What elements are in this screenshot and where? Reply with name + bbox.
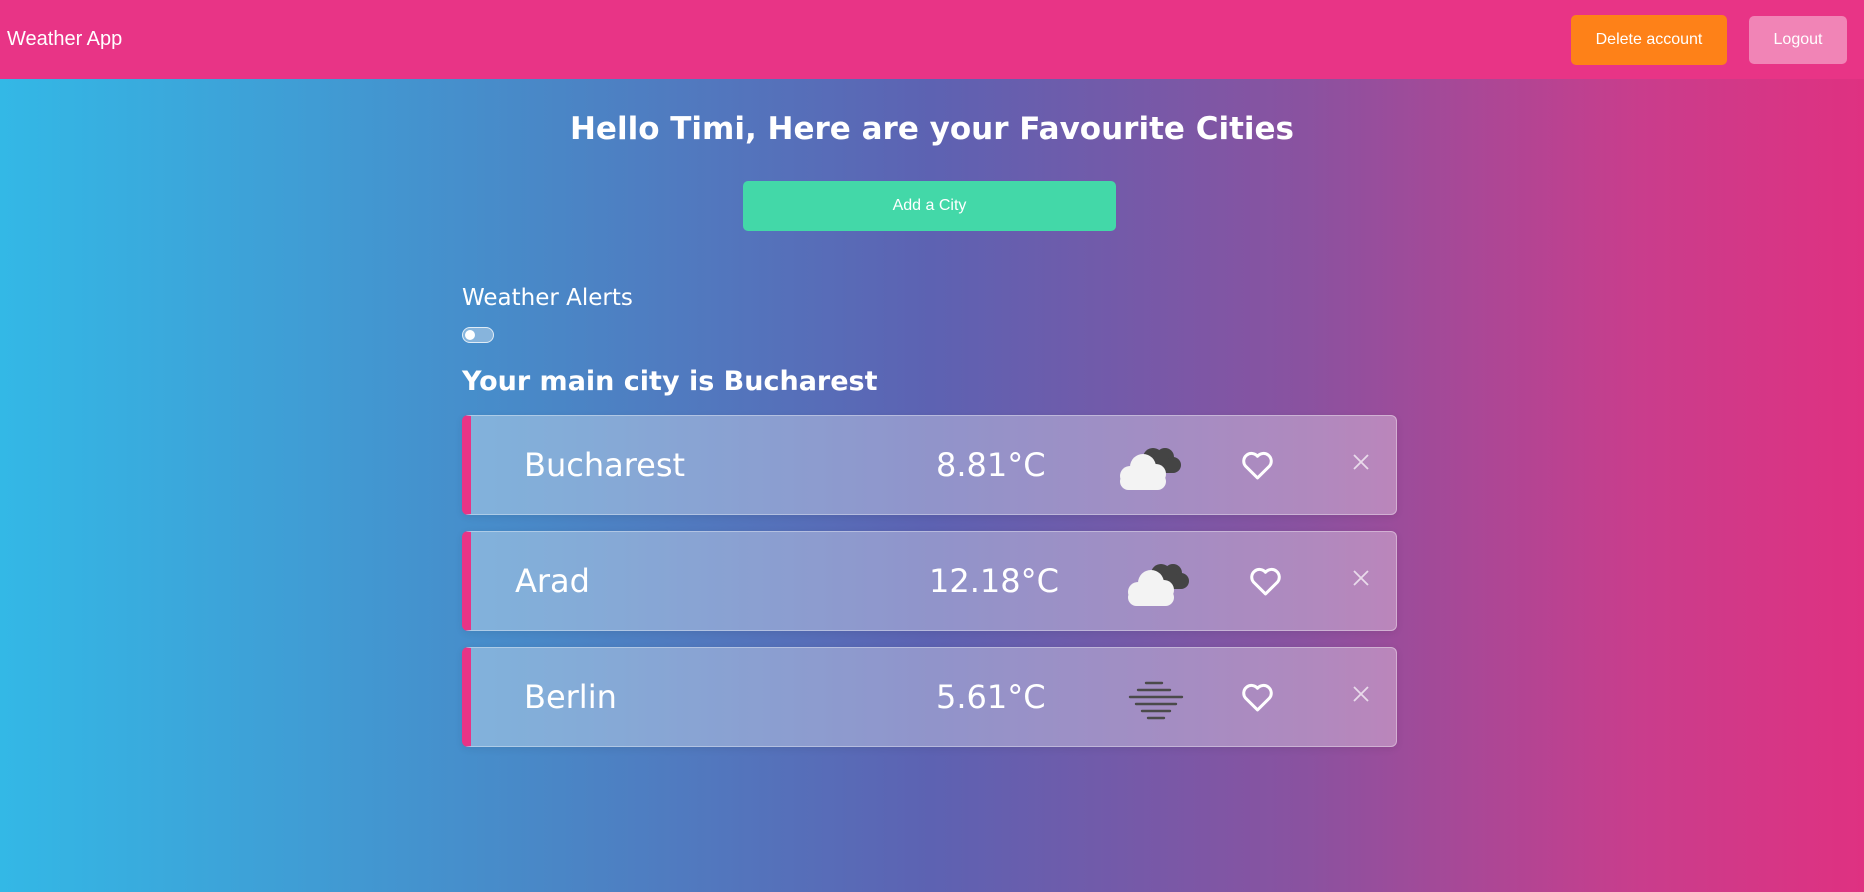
navbar: Weather App Delete account Logout — [0, 0, 1864, 79]
main-city-heading: Your main city is Bucharest — [462, 366, 878, 397]
city-list: Bucharest 8.81°C Arad 12.18°C Berlin 5.6… — [462, 415, 1397, 763]
city-card: Bucharest 8.81°C — [462, 415, 1397, 515]
city-name: Berlin — [524, 678, 617, 716]
logout-button[interactable]: Logout — [1749, 15, 1847, 64]
city-name: Bucharest — [524, 446, 686, 484]
heart-icon[interactable] — [1249, 566, 1282, 596]
heart-icon[interactable] — [1241, 450, 1274, 480]
close-icon[interactable] — [1351, 568, 1371, 588]
cloudy-icon — [1120, 448, 1181, 490]
cloudy-icon — [1128, 564, 1189, 606]
city-card: Arad 12.18°C — [462, 531, 1397, 631]
weather-alerts-toggle[interactable] — [462, 327, 494, 343]
add-city-button[interactable]: Add a City — [743, 181, 1116, 231]
delete-account-button[interactable]: Delete account — [1571, 14, 1727, 65]
city-card: Berlin 5.61°C — [462, 647, 1397, 747]
close-icon[interactable] — [1351, 684, 1371, 704]
city-temperature: 8.81°C — [936, 446, 1046, 484]
city-name: Arad — [515, 562, 590, 600]
app-title[interactable]: Weather App — [7, 28, 122, 51]
city-temperature: 12.18°C — [929, 562, 1059, 600]
city-temperature: 5.61°C — [936, 678, 1046, 716]
page-title: Hello Timi, Here are your Favourite Citi… — [569, 111, 1295, 147]
heart-icon[interactable] — [1241, 682, 1274, 712]
nav-actions: Delete account Logout — [1571, 14, 1847, 65]
fog-icon — [1128, 681, 1184, 720]
weather-alerts-label: Weather Alerts — [462, 285, 633, 311]
toggle-knob — [465, 330, 475, 340]
close-icon[interactable] — [1351, 452, 1371, 472]
